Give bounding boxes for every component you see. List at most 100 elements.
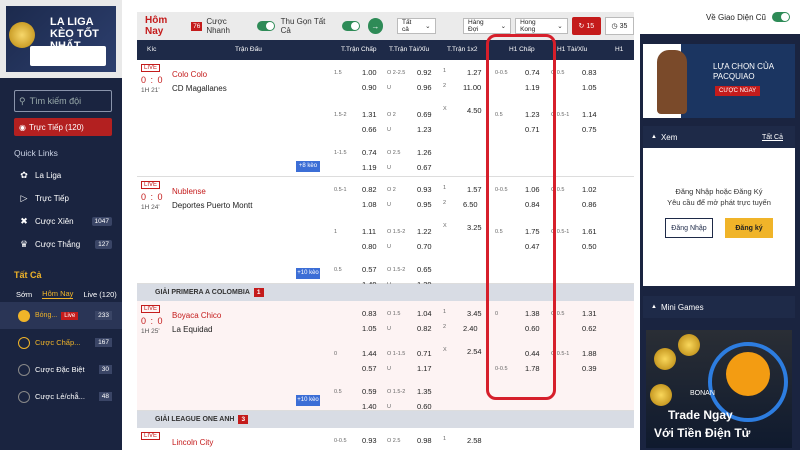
away-team[interactable]: La Equidad <box>172 323 221 337</box>
home-team[interactable]: Boyaca Chico <box>172 309 221 323</box>
promo-banner[interactable]: LA LIGA KÈO TỐT NHẤT CHÂU Á <box>0 0 122 78</box>
sport-item-handicap[interactable]: Cược Chấp... 167 <box>0 329 122 356</box>
odds-value[interactable]: 0.93 <box>417 185 432 194</box>
odds-value[interactable]: 0.75 <box>582 125 597 134</box>
odds-value[interactable]: 0.83 <box>362 309 377 318</box>
sport-item-special[interactable]: Cược Đặc Biệt 30 <box>0 356 122 383</box>
odds-value[interactable]: 0.60 <box>417 402 432 411</box>
home-team[interactable]: Colo Colo <box>172 68 227 82</box>
odds-type-dropdown[interactable]: Hong Kong ⌄ <box>515 18 568 34</box>
sort-dropdown[interactable]: Hàng Đợi ⌄ <box>463 18 512 34</box>
odds-value[interactable]: 1.27 <box>467 68 482 77</box>
odds-value[interactable]: 1.40 <box>362 402 377 411</box>
interface-toggle[interactable] <box>772 12 790 22</box>
tab-live[interactable]: Live (120) <box>83 290 116 299</box>
away-team[interactable]: CD Magallanes <box>172 82 227 96</box>
quick-link-la-liga[interactable]: ✿ La Liga <box>0 164 122 187</box>
odds-value[interactable]: 0.82 <box>417 324 432 333</box>
more-bets-button[interactable]: +8 kèo <box>296 161 320 172</box>
odds-value[interactable]: 1.11 <box>362 227 376 236</box>
odds-value[interactable]: 0.93 <box>362 436 377 445</box>
odds-value[interactable]: 1.31 <box>362 110 377 119</box>
odds-value[interactable]: 0.83 <box>582 68 597 77</box>
collapse-all-toggle[interactable] <box>342 21 360 31</box>
odds-value[interactable]: 2.40 <box>463 324 478 333</box>
league-header[interactable]: GIẢI PRIMERA A COLOMBIA 1 <box>137 284 634 301</box>
odds-value[interactable]: 1.31 <box>582 309 597 318</box>
odds-value[interactable]: 0.62 <box>582 324 597 333</box>
refresh-button[interactable]: ↻ 15 <box>571 17 601 35</box>
odds-value[interactable]: 1.88 <box>582 349 597 358</box>
odds-value[interactable]: 1.04 <box>417 309 432 318</box>
odds-value[interactable]: 0.50 <box>582 242 597 251</box>
search-input[interactable]: ⚲ Tìm kiếm đội <box>14 90 112 112</box>
odds-value[interactable]: 0.71 <box>417 349 432 358</box>
home-team[interactable]: Nublense <box>172 185 252 199</box>
odds-value[interactable]: 1.23 <box>417 125 432 134</box>
league-header[interactable]: GIẢI LEAGUE ONE ANH 3 <box>137 411 634 428</box>
banner-cta-button[interactable]: CƯỢC NGAY <box>715 86 761 96</box>
odds-value[interactable]: 0.80 <box>362 242 377 251</box>
odds-value[interactable]: 0.59 <box>362 387 377 396</box>
odds-value[interactable]: 2.54 <box>467 347 482 356</box>
odds-value[interactable]: 2.58 <box>467 436 482 445</box>
sport-item-football[interactable]: Bóng... Live 233 <box>0 302 122 329</box>
odds-value[interactable]: 3.25 <box>467 223 482 232</box>
pacquiao-banner[interactable]: LỰA CHỌN CỦA PACQUIAO CƯỢC NGAY <box>643 44 795 118</box>
odds-value[interactable]: 0.95 <box>417 200 432 209</box>
odds-value[interactable]: 0.57 <box>362 364 377 373</box>
odds-value[interactable]: 1.05 <box>362 324 377 333</box>
odds-value[interactable]: 0.90 <box>362 83 377 92</box>
odds-value[interactable]: 1.61 <box>582 227 597 236</box>
timer-button[interactable]: ◷ 35 <box>604 17 634 35</box>
odds-value[interactable]: 4.50 <box>467 106 482 115</box>
tab-early[interactable]: Sớm <box>16 290 32 299</box>
more-bets-button[interactable]: +10 kèo <box>296 395 320 406</box>
odds-value[interactable]: 0.66 <box>362 125 377 134</box>
odds-value[interactable]: 1.57 <box>467 185 482 194</box>
more-bets-button[interactable]: +10 kèo <box>296 268 320 279</box>
odds-value[interactable]: 1.35 <box>417 387 432 396</box>
arrow-icon[interactable]: → <box>367 18 384 34</box>
odds-value[interactable]: 1.00 <box>362 68 377 77</box>
odds-value[interactable]: 1.14 <box>582 110 597 119</box>
odds-value[interactable]: 0.98 <box>417 436 432 445</box>
odds-value[interactable]: 0.57 <box>362 265 377 274</box>
odds-value[interactable]: 0.86 <box>582 200 597 209</box>
odds-value[interactable]: 1.26 <box>417 148 432 157</box>
tab-today[interactable]: Hôm Nay <box>42 289 74 299</box>
sport-item-odd-even[interactable]: Cược Lẻ/chẵ... 48 <box>0 383 122 410</box>
odds-value[interactable]: 0.39 <box>582 364 597 373</box>
odds-value[interactable]: 1.02 <box>582 185 597 194</box>
odds-value[interactable]: 0.67 <box>417 163 432 172</box>
watch-panel-header[interactable]: ▲ Xem Tất Cả <box>643 126 795 148</box>
quick-link-live[interactable]: ▷ Trực Tiếp <box>0 187 122 210</box>
odds-value[interactable]: 0.74 <box>362 148 377 157</box>
quick-link-outright[interactable]: ♛ Cược Thắng 127 <box>0 233 122 256</box>
odds-value[interactable]: 0.65 <box>417 265 432 274</box>
minigames-banner[interactable]: BONAN Trade Ngay Với Tiền Điện Tử <box>646 330 792 448</box>
odds-value[interactable]: 0.69 <box>417 110 432 119</box>
login-button[interactable]: Đăng Nhập <box>665 218 713 238</box>
odds-value[interactable]: 1.22 <box>417 227 432 236</box>
odds-value[interactable]: 1.08 <box>362 200 377 209</box>
odds-value[interactable]: 0.96 <box>417 83 432 92</box>
home-team[interactable]: Lincoln City <box>172 436 213 450</box>
odds-value[interactable]: 6.50 <box>463 200 478 209</box>
live-button[interactable]: ◉ Trực Tiếp (120) <box>14 118 112 136</box>
odds-value[interactable]: 11.00 <box>463 83 481 92</box>
odds-value[interactable]: 0.70 <box>417 242 432 251</box>
odds-value[interactable]: 0.82 <box>362 185 377 194</box>
odds-value[interactable]: 1.44 <box>362 349 377 358</box>
odds-value[interactable]: 0.92 <box>417 68 432 77</box>
quick-bet-toggle[interactable] <box>257 21 275 31</box>
minigames-header[interactable]: ▲ Mini Games <box>643 296 795 318</box>
odds-value[interactable]: 1.19 <box>362 163 377 172</box>
filter-dropdown[interactable]: Tất cả ⌄ <box>396 18 436 34</box>
watch-all-link[interactable]: Tất Cả <box>762 134 783 141</box>
away-team[interactable]: Deportes Puerto Montt <box>172 199 252 213</box>
quick-link-parlay[interactable]: ✖ Cược Xiên 1047 <box>0 210 122 233</box>
odds-value[interactable]: 1.17 <box>417 364 432 373</box>
odds-value[interactable]: 3.45 <box>467 309 482 318</box>
register-button[interactable]: Đăng ký <box>725 218 773 238</box>
